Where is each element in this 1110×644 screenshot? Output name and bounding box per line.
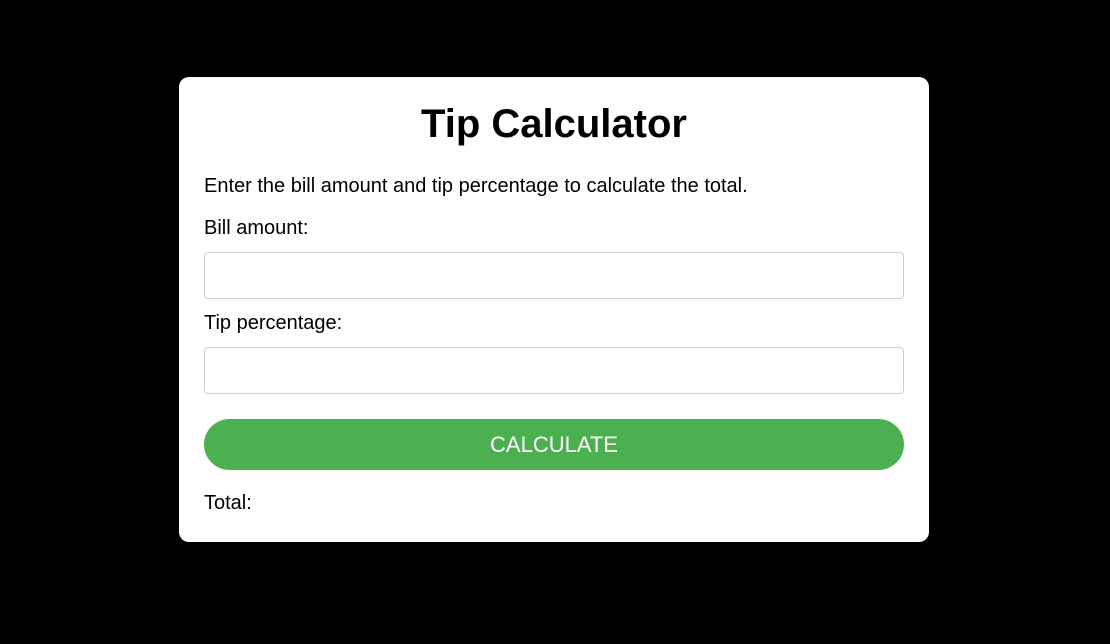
bill-amount-label: Bill amount: <box>204 217 309 239</box>
instructions-text: Enter the bill amount and tip percentage… <box>204 175 748 197</box>
total-result: Total: <box>204 492 252 514</box>
tip-percentage-input[interactable] <box>204 347 904 394</box>
tip-percentage-label: Tip percentage: <box>204 312 343 334</box>
page-title: Tip Calculator <box>421 102 687 146</box>
bill-amount-input[interactable] <box>204 252 904 299</box>
calculate-button[interactable]: CALCULATE <box>204 419 904 470</box>
tip-calculator-card: Tip Calculator Enter the bill amount and… <box>179 77 929 542</box>
